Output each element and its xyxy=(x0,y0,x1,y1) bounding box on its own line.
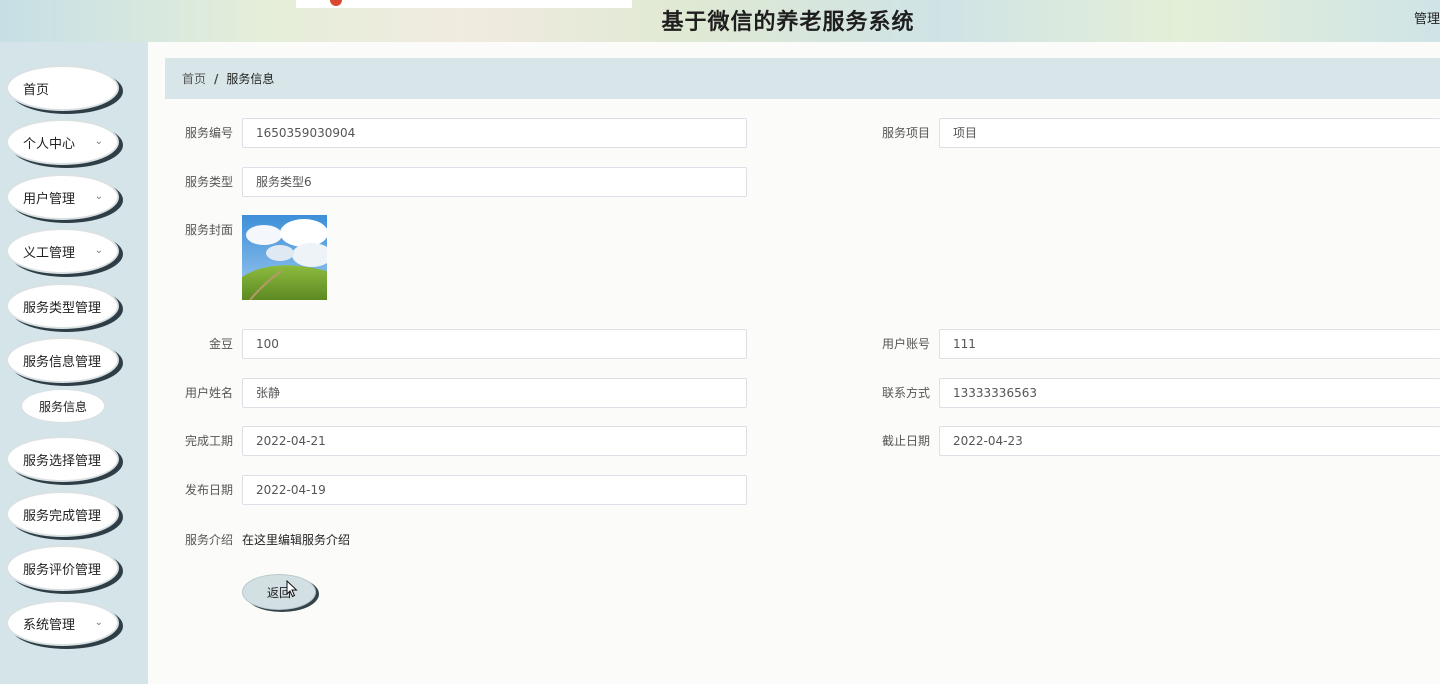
sidebar-subitem-service-info[interactable]: 服务信息 xyxy=(21,389,105,423)
sidebar-item-label: 服务选择管理 xyxy=(23,453,102,469)
sidebar-item-service-evaluation-management[interactable]: 服务评价管理 xyxy=(6,545,119,591)
sidebar-item-service-info-management[interactable]: 服务信息管理 xyxy=(6,337,119,383)
header-banner: 基于微信的养老服务系统 管理 xyxy=(0,0,1440,42)
sidebar-item-label: 用户管理 xyxy=(23,191,76,207)
service-no-field[interactable]: 1650359030904 xyxy=(242,118,747,148)
service-type-field[interactable]: 服务类型6 xyxy=(242,167,747,197)
user-account-field[interactable]: 111 xyxy=(939,329,1440,359)
service-type-label: 服务类型 xyxy=(184,175,233,189)
sidebar-item-service-completion-management[interactable]: 服务完成管理 xyxy=(6,491,119,537)
service-no-label: 服务编号 xyxy=(184,126,233,140)
gold-beans-label: 金豆 xyxy=(208,337,233,351)
sidebar-item-label: 服务信息管理 xyxy=(23,354,102,370)
complete-date-label: 完成工期 xyxy=(184,434,233,448)
intro-label: 服务介绍 xyxy=(184,533,233,547)
chevron-down-icon: ⌄ xyxy=(94,191,103,202)
user-name-field[interactable]: 张静 xyxy=(242,378,747,408)
sidebar-item-service-type-management[interactable]: 服务类型管理 xyxy=(6,283,119,329)
user-name-label: 用户姓名 xyxy=(184,386,233,400)
user-account-label: 用户账号 xyxy=(881,337,930,351)
sidebar-item-user-management[interactable]: 用户管理 ⌄ xyxy=(6,174,119,220)
deadline-field[interactable]: 2022-04-23 xyxy=(939,426,1440,456)
service-item-label: 服务项目 xyxy=(881,126,930,140)
publish-date-field[interactable]: 2022-04-19 xyxy=(242,475,747,505)
chevron-down-icon: ⌄ xyxy=(94,245,103,256)
sidebar-item-label: 首页 xyxy=(23,82,50,98)
chevron-down-icon: ⌄ xyxy=(94,617,103,628)
service-item-field[interactable]: 项目 xyxy=(939,118,1440,148)
admin-link[interactable]: 管理 xyxy=(1414,8,1440,27)
sidebar-item-label: 义工管理 xyxy=(23,245,76,261)
sidebar-item-service-selection-management[interactable]: 服务选择管理 xyxy=(6,436,119,482)
back-button[interactable]: 返回 xyxy=(242,574,316,610)
breadcrumb: 首页 / 服务信息 xyxy=(165,58,1440,99)
breadcrumb-separator: / xyxy=(214,71,219,86)
sidebar-item-label: 个人中心 xyxy=(23,136,76,152)
contact-label: 联系方式 xyxy=(881,386,930,400)
service-cover-label: 服务封面 xyxy=(184,223,233,237)
publish-date-label: 发布日期 xyxy=(184,483,233,497)
breadcrumb-home[interactable]: 首页 xyxy=(182,70,206,87)
app-title: 基于微信的养老服务系统 xyxy=(661,10,915,35)
sidebar: 首页 个人中心 ⌄ 用户管理 ⌄ 义工管理 ⌄ 服务类型管理 服务信息管理 服务… xyxy=(0,42,148,684)
sidebar-item-volunteer-management[interactable]: 义工管理 ⌄ xyxy=(6,228,119,274)
gold-beans-field[interactable]: 100 xyxy=(242,329,747,359)
sidebar-item-label: 服务类型管理 xyxy=(23,300,102,316)
contact-field[interactable]: 13333336563 xyxy=(939,378,1440,408)
sidebar-item-label: 服务完成管理 xyxy=(23,508,102,524)
chevron-down-icon: ⌄ xyxy=(94,136,103,147)
mouse-cursor-icon xyxy=(286,580,298,598)
sidebar-item-label: 服务评价管理 xyxy=(23,562,102,578)
intro-content: 在这里编辑服务介绍 xyxy=(242,533,351,547)
complete-date-field[interactable]: 2022-04-21 xyxy=(242,426,747,456)
breadcrumb-current: 服务信息 xyxy=(226,72,275,86)
deadline-label: 截止日期 xyxy=(881,434,930,448)
sidebar-item-label: 系统管理 xyxy=(23,617,76,633)
sidebar-item-personal-center[interactable]: 个人中心 ⌄ xyxy=(6,119,119,165)
service-cover-image xyxy=(242,215,327,300)
sidebar-item-system-management[interactable]: 系统管理 ⌄ xyxy=(6,600,119,646)
sidebar-item-home[interactable]: 首页 xyxy=(6,65,119,111)
